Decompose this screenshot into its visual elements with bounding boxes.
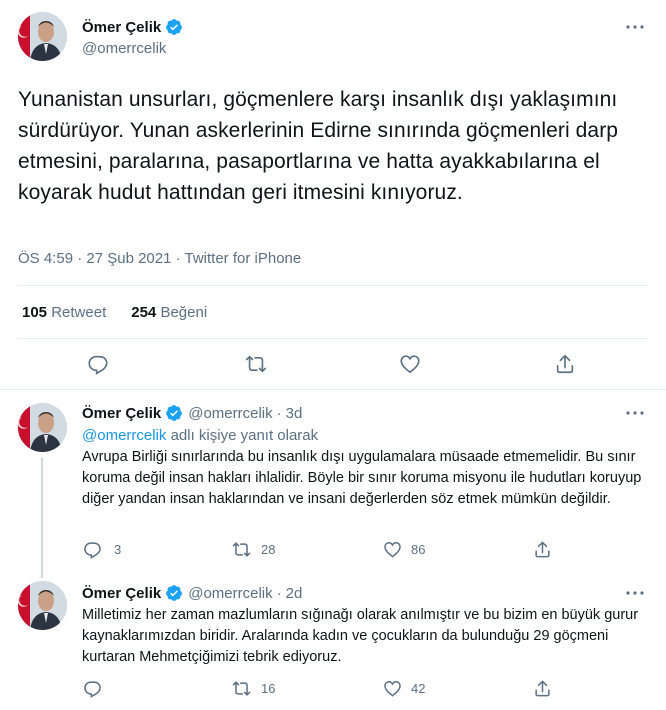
like-count[interactable]: 254 (131, 304, 156, 321)
retweet-count[interactable]: 16 (261, 681, 275, 696)
reply-header: Ömer Çelik @omerrcelik · 3d (82, 404, 302, 422)
retweet-icon[interactable] (229, 537, 253, 561)
more-icon[interactable] (624, 18, 646, 36)
tweet-text: Milletimiz her zaman mazlumların sığınağ… (82, 607, 639, 665)
verified-badge-icon (165, 404, 183, 422)
tweet-text: Avrupa Birliği sınırlarında bu insanlık … (82, 449, 642, 507)
tweet-text: Yunanistan unsurları, göçmenlere karşı i… (18, 88, 619, 204)
tweet-time[interactable]: 2d (286, 585, 303, 602)
tweet-time[interactable]: 3d (286, 405, 303, 422)
author-name-row[interactable]: Ömer Çelik (82, 18, 183, 36)
reply-tweet[interactable]: Ömer Çelik @omerrcelik · 3d @omerrcelik … (0, 391, 666, 578)
author-handle[interactable]: @omerrcelik (188, 585, 272, 602)
like-icon[interactable] (380, 676, 404, 700)
author-handle[interactable]: @omerrcelik (188, 405, 272, 422)
more-icon[interactable] (624, 584, 646, 602)
share-icon[interactable] (530, 537, 554, 561)
separator-dot: · (276, 584, 282, 602)
like-icon[interactable] (380, 537, 404, 561)
tweet-meta[interactable]: ÖS 4:59 · 27 Şub 2021 · Twitter for iPho… (18, 250, 301, 267)
retweet-icon[interactable] (244, 352, 268, 376)
like-icon[interactable] (398, 352, 422, 376)
display-name[interactable]: Ömer Çelik (82, 19, 161, 36)
replying-to: @omerrcelik adlı kişiye yanıt olarak (82, 427, 318, 444)
reply-count[interactable]: 3 (114, 542, 121, 557)
reply-icon[interactable] (86, 352, 110, 376)
engagement-stats: 105 Retweet 254 Beğeni (22, 304, 207, 321)
divider (18, 338, 648, 339)
thread-line (41, 458, 43, 578)
retweet-count[interactable]: 105 (22, 304, 47, 321)
retweet-icon[interactable] (229, 676, 253, 700)
display-name[interactable]: Ömer Çelik (82, 585, 161, 602)
reply-tweet[interactable]: Ömer Çelik @omerrcelik · 2d Milletimiz h… (0, 578, 666, 710)
avatar[interactable] (18, 12, 67, 61)
like-label[interactable]: Beğeni (160, 304, 207, 321)
retweet-label[interactable]: Retweet (51, 304, 106, 321)
separator-dot: · (276, 404, 282, 422)
like-count[interactable]: 42 (411, 681, 425, 696)
display-name[interactable]: Ömer Çelik (82, 405, 161, 422)
verified-badge-icon (165, 584, 183, 602)
reply-icon[interactable] (80, 676, 104, 700)
share-icon[interactable] (553, 352, 577, 376)
like-count[interactable]: 86 (411, 542, 425, 557)
replying-to-label: adlı kişiye yanıt olarak (170, 427, 319, 444)
verified-badge-icon (165, 18, 183, 36)
divider (18, 285, 648, 286)
retweet-count[interactable]: 28 (261, 542, 275, 557)
mention-link[interactable]: @omerrcelik (82, 427, 166, 444)
avatar[interactable] (18, 581, 67, 630)
reply-header: Ömer Çelik @omerrcelik · 2d (82, 584, 302, 602)
more-icon[interactable] (624, 404, 646, 422)
share-icon[interactable] (530, 676, 554, 700)
reply-icon[interactable] (80, 537, 104, 561)
main-tweet: Ömer Çelik @omerrcelik Yunanistan unsurl… (0, 0, 666, 390)
avatar[interactable] (18, 403, 67, 452)
author-handle[interactable]: @omerrcelik (82, 40, 166, 57)
